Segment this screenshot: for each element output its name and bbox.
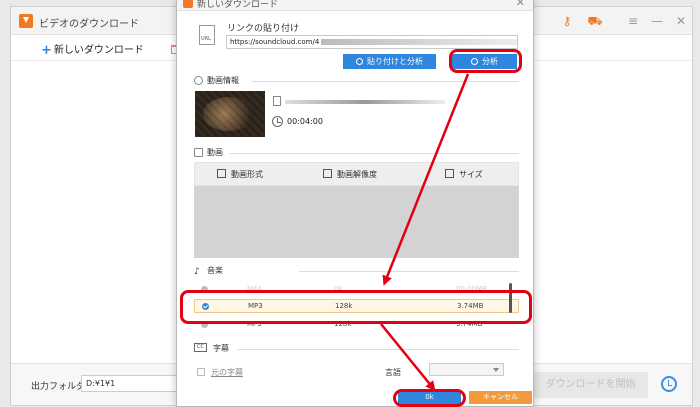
dialog-title: 新しいダウンロード [197, 0, 279, 10]
dialog-footer: 0k キャンセル [177, 390, 533, 406]
url-icon: URL [199, 25, 215, 45]
file-icon [273, 96, 281, 106]
plus-icon: + [41, 43, 52, 58]
video-section-label: 動画 [207, 148, 223, 157]
video-title-blurred [285, 100, 445, 104]
column-video-resolution: 動画解像度 [323, 169, 377, 180]
highlight-ok-button [393, 389, 466, 407]
url-icon-text: URL [201, 36, 211, 42]
cart-icon[interactable]: ⛟ [587, 13, 603, 29]
url-blurred-text [321, 39, 517, 45]
divider [252, 81, 519, 82]
dialog-titlebar: 新しいダウンロード ✕ [177, 0, 533, 11]
original-subtitle-label[interactable]: 元の字幕 [211, 367, 243, 378]
clock-icon [272, 116, 283, 127]
url-value: https://soundcloud.com/4 [230, 38, 320, 46]
clipboard-search-icon [356, 58, 363, 65]
column-video-format: 動画形式 [217, 169, 263, 180]
url-input[interactable]: https://soundcloud.com/4 [226, 35, 518, 49]
highlight-audio-row [180, 290, 532, 324]
video-table-body [194, 186, 519, 258]
language-label: 言語 [385, 368, 401, 377]
column-size: サイズ [445, 169, 483, 180]
video-thumbnail [195, 91, 265, 137]
cancel-button[interactable]: キャンセル [469, 391, 532, 404]
music-icon: ♪ [194, 267, 200, 277]
alarm-icon[interactable] [661, 376, 677, 392]
column-label: 動画形式 [231, 170, 263, 179]
format-icon [217, 169, 226, 178]
app-logo-icon [19, 14, 33, 28]
new-download-button[interactable]: + 新しいダウンロード [41, 41, 144, 58]
minimize-icon[interactable]: — [649, 13, 665, 29]
info-icon [194, 76, 203, 85]
start-download-button[interactable]: ダウンロードを開始 [533, 372, 648, 398]
resolution-icon [323, 169, 332, 178]
paste-analyze-label: 貼り付けと分析 [367, 57, 423, 66]
key-icon[interactable]: ⚷ [559, 13, 575, 29]
subtitle-section-label: 字幕 [213, 344, 229, 353]
audio-section-label: 音楽 [207, 266, 223, 275]
highlight-analyze-button [449, 49, 522, 73]
main-window-title: ビデオのダウンロード [39, 19, 139, 30]
language-select[interactable] [429, 363, 504, 376]
size-icon [445, 169, 454, 178]
dialog-close-icon[interactable]: ✕ [516, 0, 525, 9]
video-icon [194, 148, 203, 157]
original-subtitle-checkbox[interactable] [197, 368, 205, 376]
paste-link-label: リンクの貼り付け [227, 24, 300, 34]
column-label: 動画解像度 [337, 170, 377, 179]
menu-icon[interactable]: ≡ [625, 13, 641, 29]
video-duration: 00:04:00 [287, 117, 323, 126]
column-label: サイズ [459, 170, 483, 179]
divider [229, 153, 519, 154]
divider [299, 271, 519, 272]
output-folder-field[interactable]: D:¥1¥1 [81, 375, 191, 392]
cc-icon: CC [194, 343, 207, 352]
divider [237, 349, 519, 350]
dialog-logo-icon [183, 0, 193, 8]
video-table-header: 動画形式 動画解像度 サイズ [194, 162, 519, 186]
paste-and-analyze-button[interactable]: 貼り付けと分析 [343, 54, 436, 69]
new-download-label: 新しいダウンロード [53, 45, 144, 56]
video-info-label: 動画情報 [207, 76, 239, 85]
close-icon[interactable]: ✕ [673, 13, 689, 29]
